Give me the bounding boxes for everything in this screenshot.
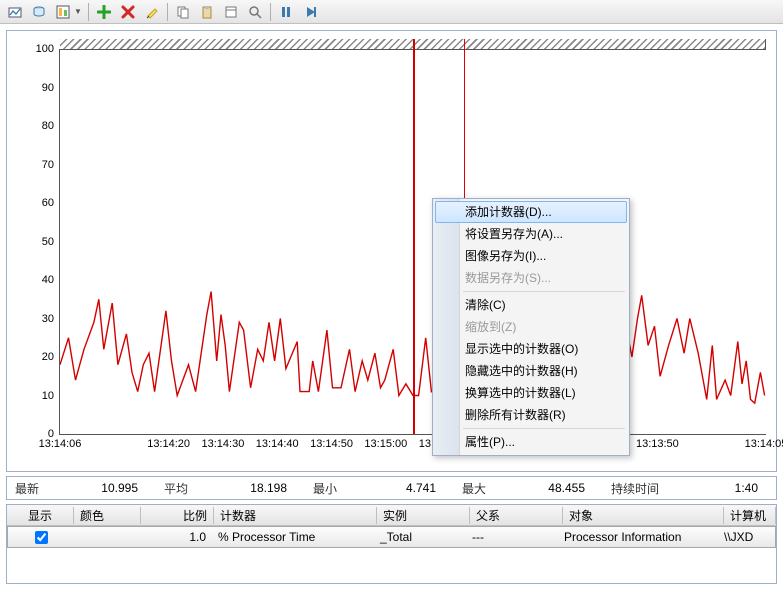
row-computer: \\JXD: [718, 530, 775, 544]
x-tick: 13:14:50: [310, 434, 353, 450]
row-instance: _Total: [374, 530, 466, 544]
stats-bar: 最新 10.995 平均 18.198 最小 4.741 最大 48.455 持…: [6, 476, 777, 500]
col-object[interactable]: 对象: [563, 507, 724, 524]
table-row[interactable]: 1.0 % Processor Time _Total --- Processo…: [7, 526, 776, 548]
paste-icon[interactable]: [196, 1, 218, 23]
col-show[interactable]: 显示: [7, 507, 74, 524]
col-color[interactable]: 颜色: [74, 507, 141, 524]
legend-header: 显示 颜色 比例 计数器 实例 父系 对象 计算机: [7, 505, 776, 526]
chart-area[interactable]: 010203040506070809010013:14:0613:14:2013…: [6, 30, 777, 472]
row-scale: 1.0: [140, 530, 212, 544]
menu-item[interactable]: 属性(P)...: [435, 431, 627, 453]
y-tick: 60: [14, 197, 60, 209]
highlight-icon[interactable]: [141, 1, 163, 23]
freeze-icon[interactable]: [275, 1, 297, 23]
chart-canvas: 010203040506070809010013:14:0613:14:2013…: [59, 49, 766, 435]
stat-avg-value: 18.198: [188, 481, 305, 495]
x-tick: 13:14:05: [745, 434, 783, 450]
toolbar-separator: [270, 3, 271, 21]
add-icon[interactable]: [93, 1, 115, 23]
menu-item[interactable]: 隐藏选中的计数器(H): [435, 360, 627, 382]
x-tick: 13:14:06: [39, 434, 82, 450]
menu-item[interactable]: 清除(C): [435, 294, 627, 316]
stat-min-label: 最小: [305, 480, 337, 497]
x-tick: 13:14:30: [202, 434, 245, 450]
data-source-icon[interactable]: [28, 1, 50, 23]
stat-dur-label: 持续时间: [603, 480, 659, 497]
menu-item[interactable]: 添加计数器(D)...: [435, 201, 627, 223]
row-show-checkbox[interactable]: [35, 531, 48, 544]
menu-item[interactable]: 删除所有计数器(R): [435, 404, 627, 426]
context-menu: 添加计数器(D)...将设置另存为(A)...图像另存为(I)...数据另存为(…: [432, 198, 630, 456]
toolbar: ▼: [0, 0, 783, 24]
col-instance[interactable]: 实例: [377, 507, 470, 524]
y-tick: 50: [14, 236, 60, 248]
y-tick: 40: [14, 274, 60, 286]
row-object: Processor Information: [558, 530, 718, 544]
y-tick: 10: [14, 390, 60, 402]
legend-table: 显示 颜色 比例 计数器 实例 父系 对象 计算机 1.0 % Processo…: [6, 504, 777, 584]
menu-item[interactable]: 图像另存为(I)...: [435, 245, 627, 267]
col-computer[interactable]: 计算机: [724, 507, 776, 524]
y-tick: 90: [14, 82, 60, 94]
zoom-icon[interactable]: [244, 1, 266, 23]
toolbar-separator: [88, 3, 89, 21]
delete-icon[interactable]: [117, 1, 139, 23]
menu-item[interactable]: 显示选中的计数器(O): [435, 338, 627, 360]
properties-icon[interactable]: [220, 1, 242, 23]
row-parent: ---: [466, 530, 558, 544]
x-tick: 13:13:50: [636, 434, 679, 450]
col-scale[interactable]: 比例: [141, 507, 214, 524]
y-tick: 80: [14, 120, 60, 132]
chart-type-icon[interactable]: [4, 1, 26, 23]
y-tick: 100: [14, 43, 60, 55]
stat-last-label: 最新: [7, 480, 39, 497]
update-icon[interactable]: [299, 1, 321, 23]
menu-item[interactable]: 将设置另存为(A)...: [435, 223, 627, 245]
chevron-down-icon[interactable]: ▼: [72, 7, 84, 16]
stat-avg-label: 平均: [156, 480, 188, 497]
view-icon[interactable]: [52, 1, 74, 23]
stat-max-value: 48.455: [486, 481, 603, 495]
stat-dur-value: 1:40: [659, 481, 776, 495]
menu-item: 数据另存为(S)...: [435, 267, 627, 289]
menu-separator: [463, 291, 625, 292]
x-tick: 13:14:20: [147, 434, 190, 450]
x-tick: 13:15:00: [364, 434, 407, 450]
copy-icon[interactable]: [172, 1, 194, 23]
stat-last-value: 10.995: [39, 481, 156, 495]
toolbar-separator: [167, 3, 168, 21]
col-counter[interactable]: 计数器: [214, 507, 377, 524]
stat-max-label: 最大: [454, 480, 486, 497]
x-tick: 13:14:40: [256, 434, 299, 450]
menu-item: 缩放到(Z): [435, 316, 627, 338]
stat-min-value: 4.741: [337, 481, 454, 495]
y-tick: 70: [14, 159, 60, 171]
y-tick: 30: [14, 313, 60, 325]
y-tick: 20: [14, 351, 60, 363]
menu-item[interactable]: 换算选中的计数器(L): [435, 382, 627, 404]
menu-separator: [463, 428, 625, 429]
col-parent[interactable]: 父系: [470, 507, 563, 524]
series-line: [60, 49, 766, 434]
row-counter: % Processor Time: [212, 530, 374, 544]
